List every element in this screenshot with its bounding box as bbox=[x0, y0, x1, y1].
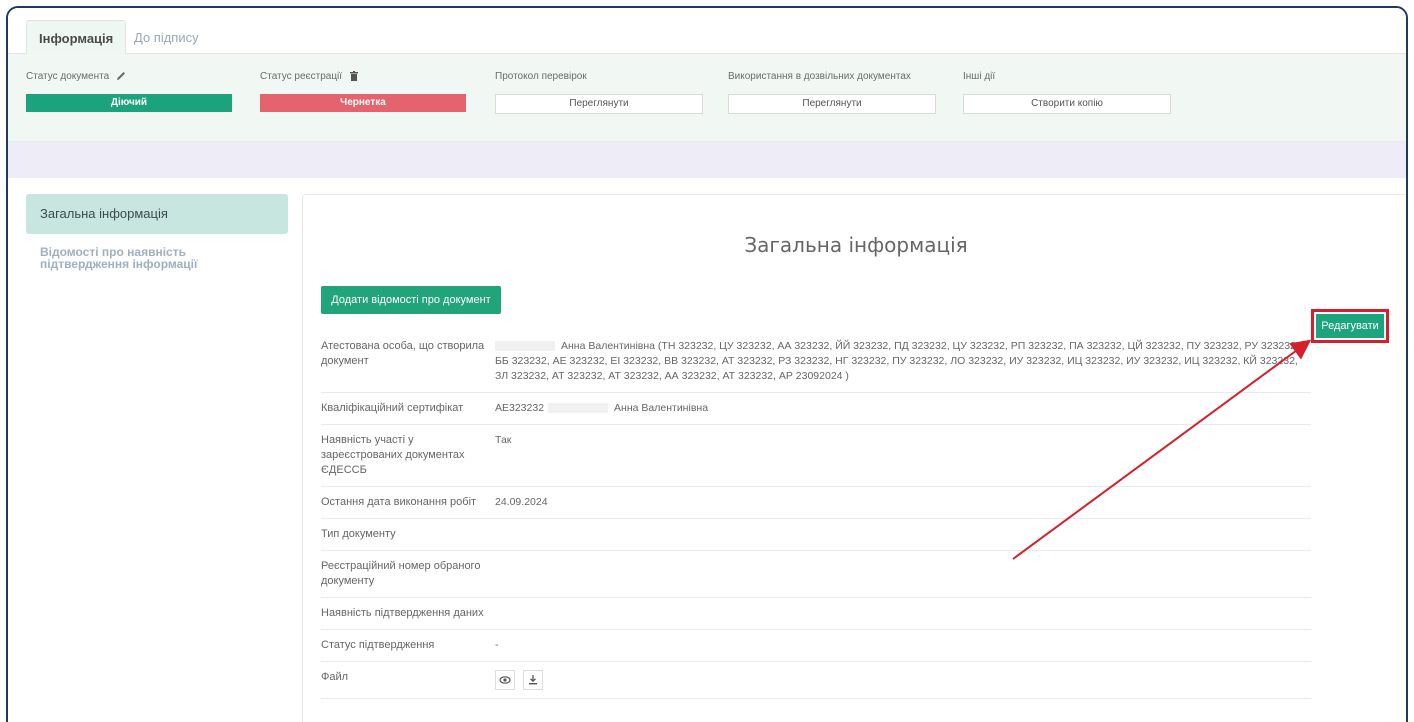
tab-to-sign[interactable]: До підпису bbox=[122, 20, 211, 55]
app-window: Інформація До підпису Статус документа Д… bbox=[6, 6, 1408, 722]
table-row: Атестована особа, що створила документ А… bbox=[321, 331, 1311, 393]
row-label: Остання дата виконання робіт bbox=[321, 496, 477, 508]
row-value: 24.09.2024 bbox=[495, 496, 548, 508]
row-value: Анна Валентинівна (ТН 323232, ЦУ 323232,… bbox=[495, 340, 1299, 382]
table-row: Тип документу bbox=[321, 519, 1311, 551]
row-label: Реєстраційний номер обраного документу bbox=[321, 560, 481, 587]
row-value: Так bbox=[495, 434, 512, 446]
table-row: Реєстраційний номер обраного документу bbox=[321, 551, 1311, 598]
document-status-group: Статус документа Діючий bbox=[26, 68, 232, 112]
row-value bbox=[495, 551, 1311, 597]
create-copy-button[interactable]: Створити копію bbox=[963, 94, 1171, 114]
main-panel: Загальна інформація Додати відомості про… bbox=[302, 194, 1406, 722]
redacted-field bbox=[495, 341, 555, 352]
pencil-icon[interactable] bbox=[115, 70, 127, 82]
eye-icon[interactable] bbox=[495, 670, 515, 690]
page-title: Загальна інформація bbox=[744, 233, 968, 257]
row-label: Тип документу bbox=[321, 528, 396, 540]
trash-icon[interactable] bbox=[348, 70, 360, 82]
status-panel: Статус документа Діючий Статус реєстраці… bbox=[8, 54, 1406, 142]
registration-status-badge: Чернетка bbox=[260, 94, 466, 112]
row-label: Наявність підтвердження даних bbox=[321, 607, 484, 619]
tab-bar: Інформація До підпису bbox=[8, 8, 1406, 55]
other-actions-group: Інші дії Створити копію bbox=[963, 68, 1171, 114]
view-permit-usage-button[interactable]: Переглянути bbox=[728, 94, 936, 114]
row-label: Статус підтвердження bbox=[321, 639, 435, 651]
table-row: Наявність участі у зареєстрованих докуме… bbox=[321, 425, 1311, 487]
view-protocol-button[interactable]: Переглянути bbox=[495, 94, 703, 114]
table-row: Статус підтвердження - bbox=[321, 630, 1311, 662]
add-document-info-button[interactable]: Додати відомості про документ bbox=[321, 286, 501, 314]
row-label: Кваліфікаційний сертифікат bbox=[321, 402, 464, 414]
table-row: Наявність підтвердження даних bbox=[321, 598, 1311, 630]
table-row: Кваліфікаційний сертифікат АЕ323232 Анна … bbox=[321, 393, 1311, 425]
download-icon[interactable] bbox=[523, 670, 543, 690]
verification-protocol-group: Протокол перевірок Переглянути bbox=[495, 68, 703, 114]
verification-protocol-label: Протокол перевірок bbox=[495, 70, 587, 82]
edit-button-highlight: Редагувати bbox=[1311, 309, 1389, 343]
permit-usage-label: Використання в дозвільних документах bbox=[728, 70, 911, 82]
divider-band bbox=[8, 142, 1406, 178]
table-row: Остання дата виконання робіт 24.09.2024 bbox=[321, 487, 1311, 519]
row-value bbox=[495, 519, 1311, 550]
table-row: Файл bbox=[321, 662, 1311, 699]
row-value: - bbox=[495, 639, 499, 651]
row-label: Файл bbox=[321, 671, 349, 683]
registration-status-group: Статус реєстрації Чернетка bbox=[260, 68, 466, 112]
certificate-number: АЕ323232 bbox=[495, 402, 545, 414]
other-actions-label: Інші дії bbox=[963, 70, 996, 82]
edit-button[interactable]: Редагувати bbox=[1316, 314, 1384, 338]
registration-status-label: Статус реєстрації bbox=[260, 70, 343, 82]
permit-usage-group: Використання в дозвільних документах Пер… bbox=[728, 68, 936, 114]
row-label: Наявність участі у зареєстрованих докуме… bbox=[321, 434, 465, 476]
row-value bbox=[495, 598, 1311, 629]
info-table: Атестована особа, що створила документ А… bbox=[321, 331, 1311, 699]
sidebar-item-general-info[interactable]: Загальна інформація bbox=[26, 194, 288, 234]
redacted-field bbox=[548, 403, 609, 414]
document-status-badge: Діючий bbox=[26, 94, 232, 112]
row-value: Анна Валентинівна bbox=[614, 402, 709, 414]
document-status-label: Статус документа bbox=[26, 70, 110, 82]
tab-information[interactable]: Інформація bbox=[26, 20, 127, 55]
sidebar-item-confirmation-info[interactable]: Відомості про наявність підтвердження ін… bbox=[26, 246, 288, 270]
row-label: Атестована особа, що створила документ bbox=[321, 340, 485, 367]
